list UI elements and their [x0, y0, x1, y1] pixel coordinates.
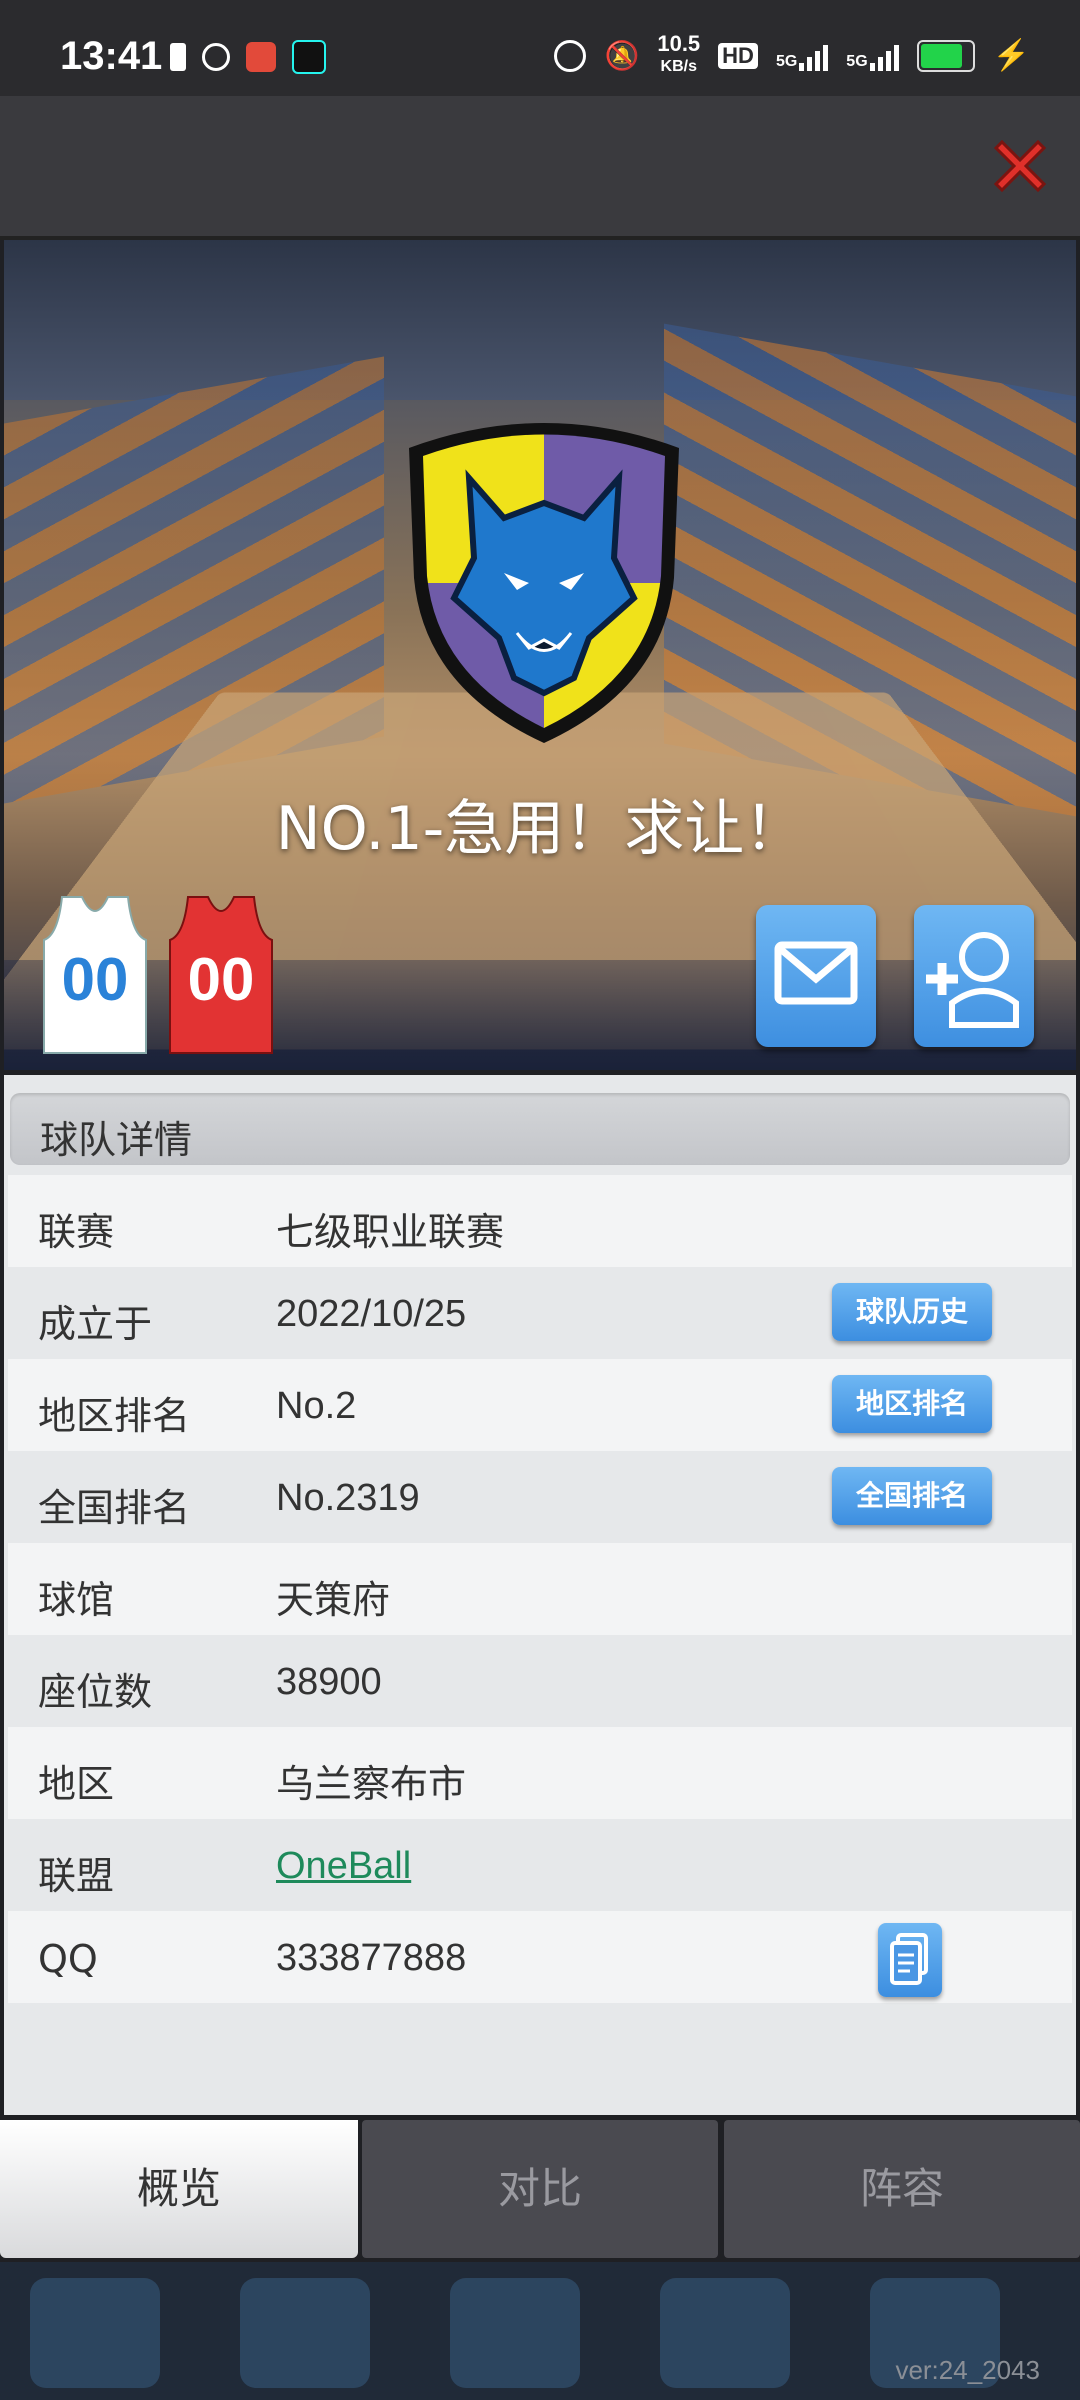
- row-label: 座位数: [38, 1670, 153, 1714]
- status-bar: 13:41 🔕 10.5 KB/s HD 5G 5G ⚡: [0, 0, 1080, 96]
- row-value: 天策府: [276, 1578, 391, 1622]
- detail-row-regional-rank: 地区排名 No.2 地区排名: [8, 1359, 1072, 1451]
- battery-icon: [916, 39, 975, 72]
- bottom-tabs: 概览 对比 阵容: [0, 2120, 1080, 2260]
- row-value: No.2: [276, 1385, 357, 1427]
- tab-overview[interactable]: 概览: [0, 2120, 358, 2258]
- signal-label-2: 5G: [846, 52, 868, 70]
- version-label: ver:24_2043: [895, 2355, 1040, 2385]
- hd-badge: HD: [718, 42, 758, 69]
- row-value: 38900: [276, 1661, 382, 1703]
- detail-row-alliance: 联盟 OneBall: [8, 1819, 1072, 1911]
- background-nav-area: ver:24_2043: [0, 2262, 1080, 2400]
- tab-roster[interactable]: 阵容: [724, 2120, 1080, 2258]
- team-history-button[interactable]: 球队历史: [832, 1283, 992, 1341]
- home-jersey: 00: [43, 896, 147, 1054]
- background-nav-icon: [660, 2278, 790, 2388]
- row-value: No.2319: [276, 1477, 420, 1519]
- detail-row-qq: QQ 333877888: [8, 1911, 1072, 2003]
- section-header: 球队详情: [10, 1093, 1070, 1165]
- team-logo-wolf-shield: [409, 423, 679, 743]
- row-label: 联盟: [38, 1854, 115, 1898]
- status-right-icons: 🔕 10.5 KB/s HD 5G 5G ⚡: [554, 31, 1030, 77]
- signal-bars-icon: [869, 41, 899, 71]
- row-label: 成立于: [38, 1302, 153, 1346]
- row-value: 333877888: [276, 1937, 467, 1979]
- battery-fill: [920, 43, 962, 68]
- battery-saver-icon: [170, 43, 186, 71]
- detail-row-founded: 成立于 2022/10/25 球队历史: [8, 1267, 1072, 1359]
- background-nav-icon: [450, 2278, 580, 2388]
- team-details-panel: 球队详情 联赛 七级职业联赛 成立于 2022/10/25 球队历史 地区排名 …: [4, 1075, 1076, 2115]
- row-value: 七级职业联赛: [276, 1210, 505, 1254]
- regional-rank-button[interactable]: 地区排名: [832, 1375, 992, 1433]
- mail-icon: [774, 941, 858, 1005]
- alliance-link[interactable]: OneBall: [276, 1845, 411, 1888]
- team-name: NO.1-急用！求让！: [275, 794, 805, 864]
- net-speed-value: 10.5: [657, 31, 701, 56]
- away-jersey: 00: [169, 896, 273, 1054]
- national-rank-button[interactable]: 全国排名: [832, 1467, 992, 1525]
- net-speed-unit: KB/s: [660, 58, 697, 75]
- detail-row-seats: 座位数 38900: [8, 1635, 1072, 1727]
- row-label: 联赛: [38, 1210, 115, 1254]
- row-value: 2022/10/25: [276, 1293, 467, 1335]
- row-label: 球馆: [38, 1578, 115, 1622]
- notification-icons: [170, 40, 326, 74]
- row-value: 乌兰察布市: [276, 1762, 467, 1806]
- section-title: 球队详情: [40, 1118, 193, 1162]
- row-label: 地区: [38, 1762, 115, 1806]
- tab-compare[interactable]: 对比: [362, 2120, 718, 2258]
- network-speed: 10.5 KB/s: [657, 31, 701, 77]
- alarm-icon: [554, 39, 587, 72]
- background-nav-icon: [240, 2278, 370, 2388]
- tiktok-icon: [292, 40, 326, 74]
- detail-row-league: 联赛 七级职业联赛: [8, 1175, 1072, 1267]
- add-friend-button[interactable]: [914, 905, 1034, 1047]
- away-jersey-number: 00: [188, 946, 255, 1013]
- copy-document-icon: [890, 1933, 928, 1985]
- row-label: QQ: [38, 1937, 98, 1981]
- signal-bars-icon: [799, 41, 829, 71]
- status-time: 13:41: [60, 34, 163, 78]
- detail-row-national-rank: 全国排名 No.2319 全国排名: [8, 1451, 1072, 1543]
- detail-row-region: 地区 乌兰察布市: [8, 1727, 1072, 1819]
- home-jersey-number: 00: [62, 946, 129, 1013]
- close-icon[interactable]: [988, 134, 1052, 198]
- team-banner: NO.1-急用！求让！ 00 00: [4, 240, 1076, 1070]
- mute-icon: 🔕: [604, 40, 640, 71]
- detail-row-arena: 球馆 天策府: [8, 1543, 1072, 1635]
- app-notification-icon: [202, 43, 230, 71]
- copy-qq-button[interactable]: [878, 1923, 942, 1997]
- row-label: 全国排名: [38, 1486, 191, 1530]
- row-label: 地区排名: [38, 1394, 191, 1438]
- charging-icon: ⚡: [992, 39, 1030, 72]
- background-nav-icon: [30, 2278, 160, 2388]
- signal-label-1: 5G: [775, 52, 798, 70]
- mail-button[interactable]: [756, 905, 876, 1047]
- header-bar: [0, 96, 1080, 240]
- add-friend-icon: [926, 932, 1019, 1028]
- app-badge-icon: [246, 42, 276, 72]
